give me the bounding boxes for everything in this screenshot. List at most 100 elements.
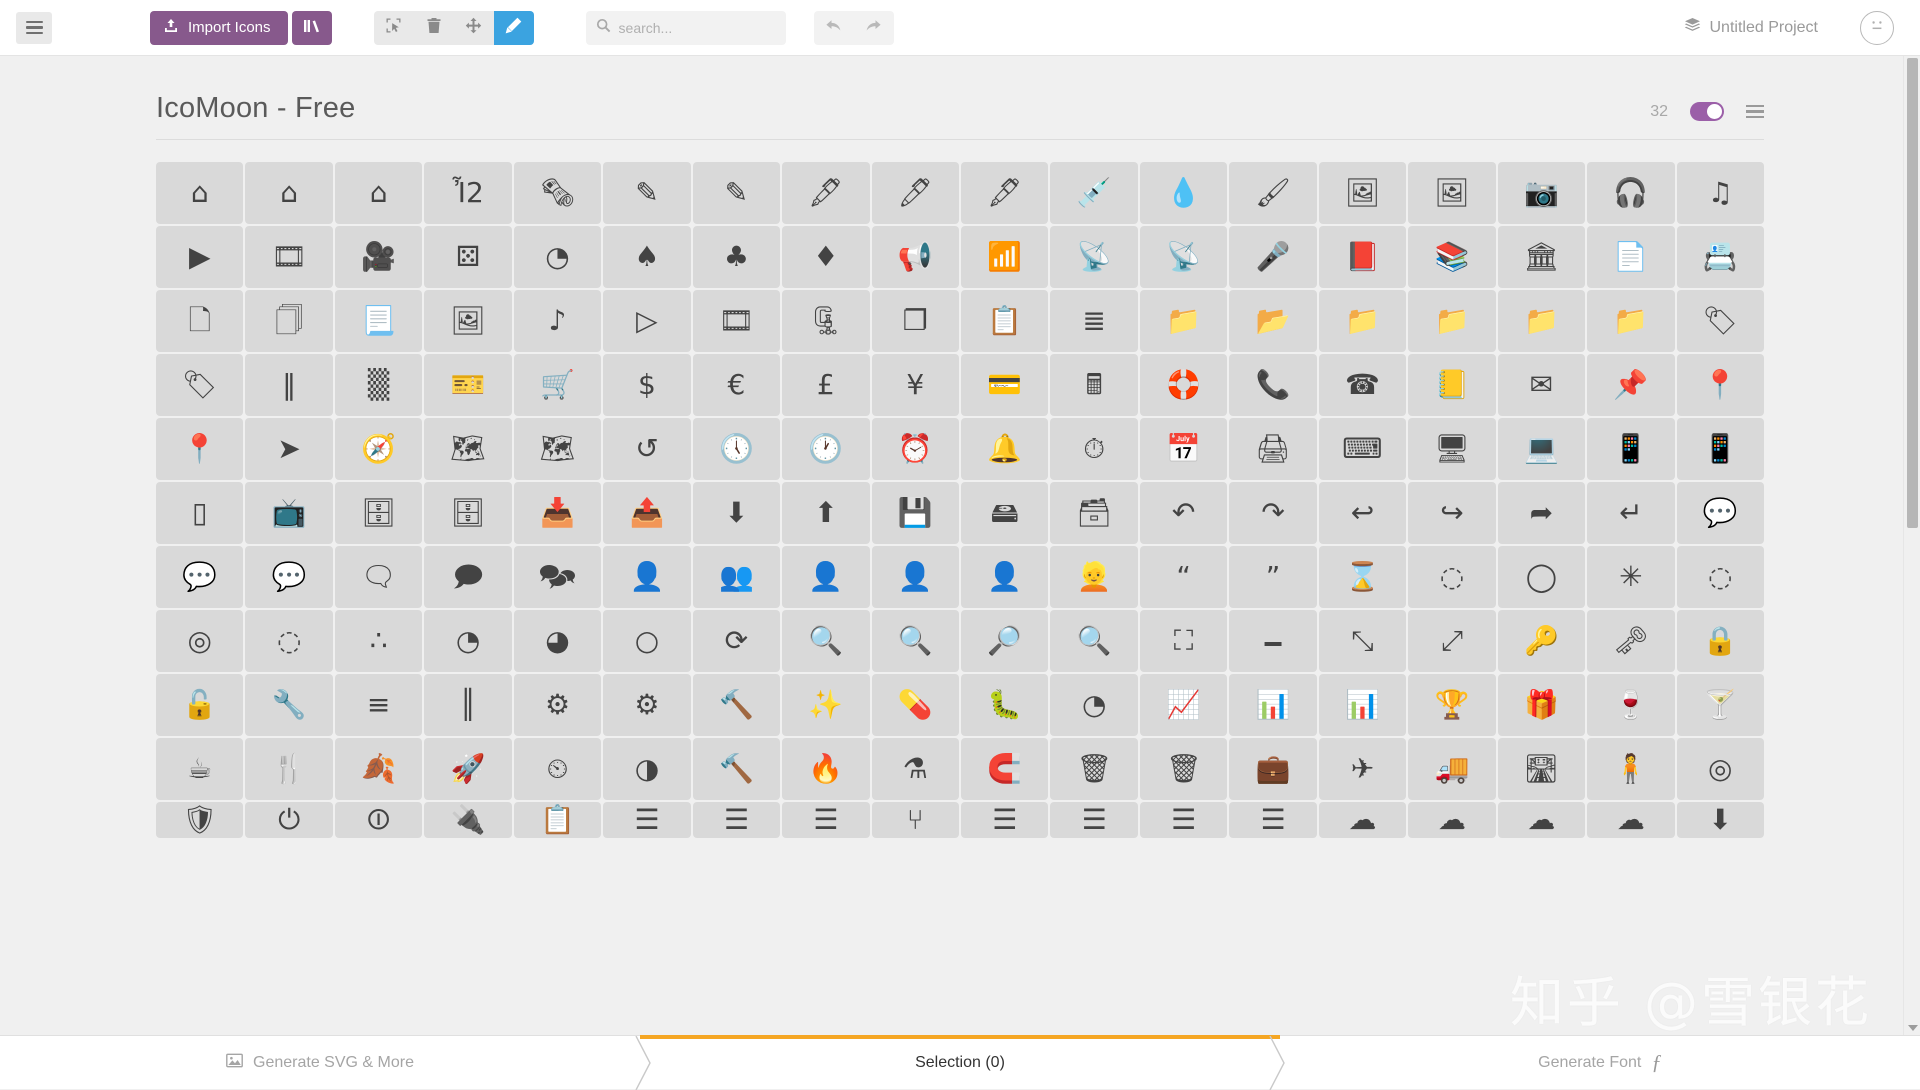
icon-tile-tree[interactable]: ⑂ xyxy=(872,802,959,838)
icon-tile-cloud-check[interactable]: ☁ xyxy=(1587,802,1674,838)
icon-tile-enlarge2[interactable]: ⤡ xyxy=(1319,610,1406,672)
icon-tile-video-camera[interactable]: 🎥 xyxy=(335,226,422,288)
icon-tile-stats-bars2[interactable]: 📊 xyxy=(1319,674,1406,736)
icon-tile-price-tags[interactable]: 🏷 xyxy=(156,354,243,416)
icon-tile-podcast[interactable]: 📡 xyxy=(1050,226,1137,288)
icon-tile-tablet[interactable]: ▯ xyxy=(156,482,243,544)
icon-tile-accessibility[interactable]: 🧍 xyxy=(1587,738,1674,800)
icon-tile-binoculars[interactable]: 🔍 xyxy=(782,610,869,672)
icon-tile-spinner4[interactable]: ◌ xyxy=(1677,546,1764,608)
icon-tile-keyboard[interactable]: ⌨ xyxy=(1319,418,1406,480)
icon-tile-bubbles[interactable]: 💬 xyxy=(156,546,243,608)
icon-tile-aid-kit[interactable]: 💊 xyxy=(872,674,959,736)
icon-tile-search[interactable]: 🔍 xyxy=(872,610,959,672)
icon-tile-bug[interactable]: 🐛 xyxy=(961,674,1048,736)
icon-tile-pen[interactable]: 🖊 xyxy=(872,162,959,224)
icon-tile-office[interactable]: Ἶ2 xyxy=(424,162,511,224)
icon-tile-box-remove[interactable]: 📤 xyxy=(603,482,690,544)
import-icons-button[interactable]: Import Icons xyxy=(150,11,288,45)
icon-tile-quotes-left[interactable]: “ xyxy=(1140,546,1227,608)
icon-tile-unlocked[interactable]: 🔓 xyxy=(156,674,243,736)
icon-tile-clubs[interactable]: ♣ xyxy=(693,226,780,288)
icon-tile-map[interactable]: 🗺 xyxy=(424,418,511,480)
icon-tile-cloud[interactable]: ☁ xyxy=(1319,802,1406,838)
icon-tile-location2[interactable]: 📍 xyxy=(156,418,243,480)
icon-tile-spinner3[interactable]: ✳ xyxy=(1587,546,1674,608)
icon-tile-qrcode[interactable]: ▒ xyxy=(335,354,422,416)
icon-tile-undo2[interactable]: ↩ xyxy=(1319,482,1406,544)
icon-tile-home[interactable]: ⌂ xyxy=(156,162,243,224)
icon-tile-spinner10[interactable]: ○ xyxy=(603,610,690,672)
main-menu-button[interactable] xyxy=(16,12,52,44)
icon-tile-glass[interactable]: 🍷 xyxy=(1587,674,1674,736)
icon-tile-list[interactable]: ☰ xyxy=(693,802,780,838)
icon-tile-bullhorn[interactable]: 📢 xyxy=(872,226,959,288)
icon-tile-pacman[interactable]: ◔ xyxy=(514,226,601,288)
icon-tile-price-tag[interactable]: 🏷 xyxy=(1677,290,1764,352)
icon-tile-bubble2[interactable]: 🗨 xyxy=(335,546,422,608)
icon-tile-spades[interactable]: ♠ xyxy=(603,226,690,288)
icon-tile-folder[interactable]: 📁 xyxy=(1140,290,1227,352)
icon-tile-copy[interactable]: ❐ xyxy=(872,290,959,352)
icon-tile-blog[interactable]: 🖋 xyxy=(961,162,1048,224)
icon-tile-list-numbered[interactable]: ☰ xyxy=(603,802,690,838)
icon-tile-pencil2[interactable]: ✎ xyxy=(693,162,780,224)
icon-tile-play[interactable]: ▶ xyxy=(156,226,243,288)
icon-tile-hammer[interactable]: 🔨 xyxy=(693,674,780,736)
edit-tool-button[interactable] xyxy=(494,11,534,45)
icon-tile-library[interactable]: 🏛 xyxy=(1498,226,1585,288)
icon-tile-feed[interactable]: 📡 xyxy=(1140,226,1227,288)
undo-button[interactable] xyxy=(814,11,854,45)
icon-tile-stack[interactable]: ≣ xyxy=(1050,290,1137,352)
icon-tile-mic[interactable]: 🎤 xyxy=(1229,226,1316,288)
icon-tile-calendar[interactable]: 📅 xyxy=(1140,418,1227,480)
icon-tile-download[interactable]: ⬇ xyxy=(693,482,780,544)
set-visibility-toggle[interactable] xyxy=(1690,102,1724,121)
icon-tile-calculator[interactable]: 🖩 xyxy=(1050,354,1137,416)
icon-tile-laptop[interactable]: 💻 xyxy=(1498,418,1585,480)
icon-tile-folder-plus[interactable]: 📁 xyxy=(1319,290,1406,352)
icon-tile-menu[interactable]: ☰ xyxy=(961,802,1048,838)
icon-tile-bin2[interactable]: 🗑 xyxy=(1140,738,1227,800)
icon-tile-file-music[interactable]: ♪ xyxy=(514,290,601,352)
icon-tile-shrink2[interactable]: ⤢ xyxy=(1408,610,1495,672)
icon-tile-key2[interactable]: 🗝 xyxy=(1587,610,1674,672)
icon-tile-spoon-knife[interactable]: 🍴 xyxy=(245,738,332,800)
icon-tile-file-text2[interactable]: 📃 xyxy=(335,290,422,352)
icon-tile-folder-upload[interactable]: 📁 xyxy=(1587,290,1674,352)
icon-tile-user-plus[interactable]: 👤 xyxy=(782,546,869,608)
search-box[interactable] xyxy=(586,11,786,45)
icon-tile-shrink[interactable]: 🗕 xyxy=(1229,610,1316,672)
icon-tile-spinner9[interactable]: ◕ xyxy=(514,610,601,672)
icon-tile-diamonds[interactable]: ♦ xyxy=(782,226,869,288)
scroll-down-arrow-icon[interactable] xyxy=(1908,1025,1918,1031)
icon-tile-coin-pound[interactable]: £ xyxy=(782,354,869,416)
icon-tile-users[interactable]: 👥 xyxy=(693,546,780,608)
icon-tile-file-zip[interactable]: 🗜 xyxy=(782,290,869,352)
icon-tile-cog[interactable]: ⚙ xyxy=(514,674,601,736)
icon-tile-hammer2[interactable]: 🔨 xyxy=(693,738,780,800)
icon-tile-ticket[interactable]: 🎫 xyxy=(424,354,511,416)
icon-tile-bubbles4[interactable]: 🗫 xyxy=(514,546,601,608)
icon-tile-wrench[interactable]: 🔧 xyxy=(245,674,332,736)
icon-tile-camera[interactable]: 📷 xyxy=(1498,162,1585,224)
icon-tile-drawer[interactable]: 🗄 xyxy=(335,482,422,544)
icon-tile-clipboard[interactable]: 📋 xyxy=(514,802,601,838)
icon-tile-magic-wand[interactable]: ✨ xyxy=(782,674,869,736)
icon-tile-spinner11[interactable]: ⟳ xyxy=(693,610,780,672)
redo-button[interactable] xyxy=(854,11,894,45)
icon-tile-file-play[interactable]: ▷ xyxy=(603,290,690,352)
icon-tile-pushpin[interactable]: 📌 xyxy=(1587,354,1674,416)
icon-tile-spinner8[interactable]: ◔ xyxy=(424,610,511,672)
icon-tile-stats-dots[interactable]: 📈 xyxy=(1140,674,1227,736)
icon-tile-trophy[interactable]: 🏆 xyxy=(1408,674,1495,736)
icon-tile-shield[interactable]: 🛡 xyxy=(156,802,243,838)
icon-tile-rocket[interactable]: 🚀 xyxy=(424,738,511,800)
icon-tile-enlarge[interactable]: ⛶ xyxy=(1140,610,1227,672)
generate-font-tab[interactable]: Generate Font ƒ xyxy=(1280,1036,1920,1089)
icon-tile-bubble[interactable]: 💬 xyxy=(1677,482,1764,544)
move-tool-button[interactable] xyxy=(454,11,494,45)
icon-tile-alarm[interactable]: ⏰ xyxy=(872,418,959,480)
icon-tile-upload[interactable]: ⬆ xyxy=(782,482,869,544)
icon-tile-zoom-out[interactable]: 🔍 xyxy=(1050,610,1137,672)
